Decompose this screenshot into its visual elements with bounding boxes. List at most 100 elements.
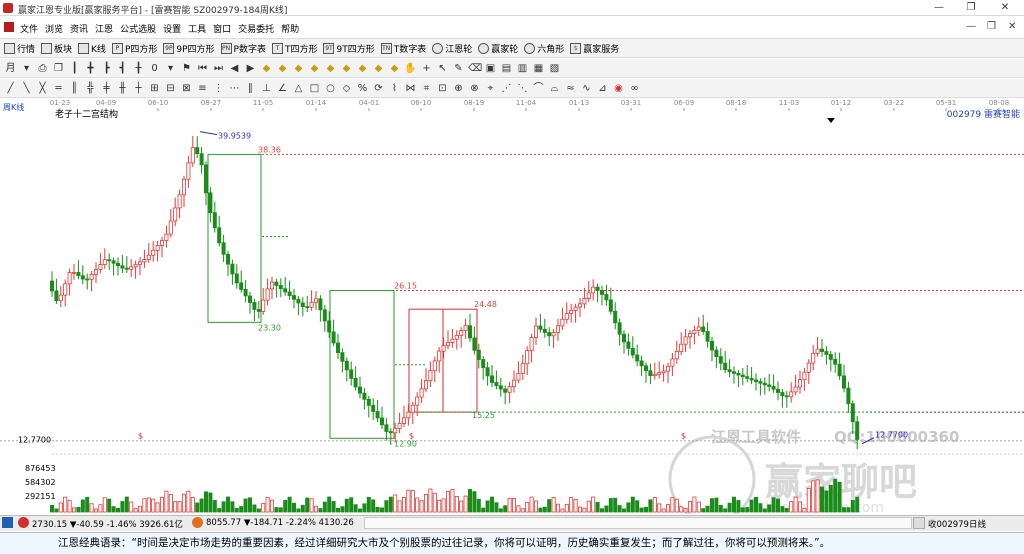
diamond-icon[interactable]: ◆	[356, 62, 369, 75]
window-icon[interactable]: ▧	[548, 62, 561, 75]
left-icon[interactable]: ◀	[228, 62, 241, 75]
toolbar-button[interactable]: K线	[78, 42, 106, 55]
cycle-icon[interactable]: ⟳	[372, 82, 385, 95]
diamond-icon[interactable]: ◆	[292, 62, 305, 75]
line-icon[interactable]: ╫	[116, 82, 129, 95]
line-icon[interactable]: ≡	[196, 82, 209, 95]
line-icon[interactable]: ⊞	[148, 82, 161, 95]
period-icon[interactable]: 月	[4, 62, 17, 75]
line-icon[interactable]: ⌇	[388, 82, 401, 95]
menu-item[interactable]: 资讯	[70, 22, 88, 35]
mdi-minimize-button[interactable]: —	[966, 21, 976, 32]
menu-item[interactable]: 交易委托	[238, 22, 274, 35]
bar-icon[interactable]: ┃	[68, 62, 81, 75]
line-icon[interactable]: ⋈	[404, 82, 417, 95]
mdi-restore-button[interactable]: ❐	[987, 21, 996, 32]
cursor-icon[interactable]: ↖	[436, 62, 449, 75]
toolbar-button[interactable]: P P四方形	[111, 42, 157, 55]
line-icon[interactable]: ⋱	[516, 82, 529, 95]
minimize-button[interactable]: —	[924, 0, 954, 16]
menu-item[interactable]: 文件	[20, 22, 38, 35]
line-icon[interactable]: ⊟	[164, 82, 177, 95]
toolbar-button[interactable]: 六角形	[524, 42, 564, 55]
line-icon[interactable]: ∿	[580, 82, 593, 95]
line-icon[interactable]: ⌖	[484, 82, 497, 95]
diamond-icon[interactable]: ◆	[308, 62, 321, 75]
window-icon[interactable]: ▤	[500, 62, 513, 75]
line-icon[interactable]: ╪	[100, 82, 113, 95]
line-icon[interactable]: ╱	[4, 82, 17, 95]
infinity-icon[interactable]: ∞	[628, 82, 641, 95]
line-icon[interactable]: ○	[324, 82, 337, 95]
first-icon[interactable]: ⏮	[196, 62, 209, 75]
toolbar-button[interactable]: 9T 9T四方形	[323, 42, 375, 55]
line-icon[interactable]: ┼	[132, 82, 145, 95]
window-icon[interactable]: ▣	[484, 62, 497, 75]
line-icon[interactable]: ⊡	[436, 82, 449, 95]
toolbar-button[interactable]: 板块	[41, 42, 72, 55]
kline-chart[interactable]: 01-23 04-09 06-10 08-27 11-05 01-14 04-01 06-10…	[0, 98, 1024, 514]
line-icon[interactable]: ╬	[84, 82, 97, 95]
diamond-icon[interactable]: ◆	[340, 62, 353, 75]
dropdown-icon[interactable]: ▾	[164, 62, 177, 75]
line-icon[interactable]: ⌗	[420, 82, 433, 95]
line-icon[interactable]: ≈	[564, 82, 577, 95]
line-icon[interactable]: ═	[52, 82, 65, 95]
menu-item[interactable]: 公式选股	[120, 22, 156, 35]
hand-icon[interactable]: ✋	[404, 62, 417, 75]
menu-item[interactable]: 帮助	[281, 22, 299, 35]
menu-item[interactable]: 浏览	[45, 22, 63, 35]
right-icon[interactable]: ▶	[244, 62, 257, 75]
toolbar-button[interactable]: T T四方形	[271, 42, 317, 55]
line-icon[interactable]: ⋮	[212, 82, 225, 95]
mdi-close-button[interactable]: ✕	[1008, 21, 1016, 32]
line-icon[interactable]: ⌒	[532, 82, 545, 95]
diamond-icon[interactable]: ◆	[372, 62, 385, 75]
line-icon[interactable]: ⊕	[452, 82, 465, 95]
disk-icon[interactable]	[913, 517, 925, 529]
close-button[interactable]: ✕	[990, 0, 1020, 16]
print-icon[interactable]: ⎙	[36, 62, 49, 75]
line-icon[interactable]: ⋯	[228, 82, 241, 95]
diamond-icon[interactable]: ◆	[388, 62, 401, 75]
line-icon[interactable]: ⊠	[180, 82, 193, 95]
bar-icon[interactable]: ┣	[100, 62, 113, 75]
eraser-icon[interactable]: ⌫	[468, 62, 482, 75]
bar-icon[interactable]: ╂	[132, 62, 145, 75]
toolbar-button[interactable]: 江恩轮	[432, 42, 472, 55]
menu-item[interactable]: 江恩	[95, 22, 113, 35]
line-icon[interactable]: ⋰	[500, 82, 513, 95]
line-icon[interactable]: ⊥	[260, 82, 273, 95]
line-icon[interactable]: ⊗	[468, 82, 481, 95]
toolbar-button[interactable]: TN T数字表	[380, 42, 426, 55]
line-icon[interactable]: ⊿	[596, 82, 609, 95]
maximize-button[interactable]: ❐	[956, 0, 986, 16]
line-icon[interactable]: ╳	[36, 82, 49, 95]
dropdown-icon[interactable]: ▾	[20, 62, 33, 75]
scroll-bar[interactable]	[364, 517, 912, 529]
pen-icon[interactable]: ✎	[452, 62, 465, 75]
bar-icon[interactable]: ┫	[116, 62, 129, 75]
flag-icon[interactable]: ⚑	[180, 62, 193, 75]
line-icon[interactable]: ║	[68, 82, 81, 95]
menu-item[interactable]: 设置	[163, 22, 181, 35]
cross-icon[interactable]: +	[420, 62, 433, 75]
toolbar-button[interactable]: 赢家轮	[478, 42, 518, 55]
window-icon[interactable]: ▦	[532, 62, 545, 75]
diamond-icon[interactable]: ◆	[276, 62, 289, 75]
window-icon[interactable]: ▥	[516, 62, 529, 75]
toolbar-button[interactable]: PN P数字表	[220, 42, 266, 55]
line-icon[interactable]: ∥	[244, 82, 257, 95]
line-icon[interactable]: ╲	[20, 82, 33, 95]
app-menu-icon[interactable]	[4, 22, 14, 32]
percent-icon[interactable]: %	[356, 82, 369, 95]
line-icon[interactable]: ∠	[276, 82, 289, 95]
line-icon[interactable]: △	[292, 82, 305, 95]
line-icon[interactable]: □	[308, 82, 321, 95]
zero-icon[interactable]: 0	[148, 62, 161, 75]
line-icon[interactable]: ◇	[340, 82, 353, 95]
menu-item[interactable]: 窗口	[213, 22, 231, 35]
menu-item[interactable]: 工具	[188, 22, 206, 35]
copy-icon[interactable]: ❐	[52, 62, 65, 75]
line-icon[interactable]: ⌓	[548, 82, 561, 95]
